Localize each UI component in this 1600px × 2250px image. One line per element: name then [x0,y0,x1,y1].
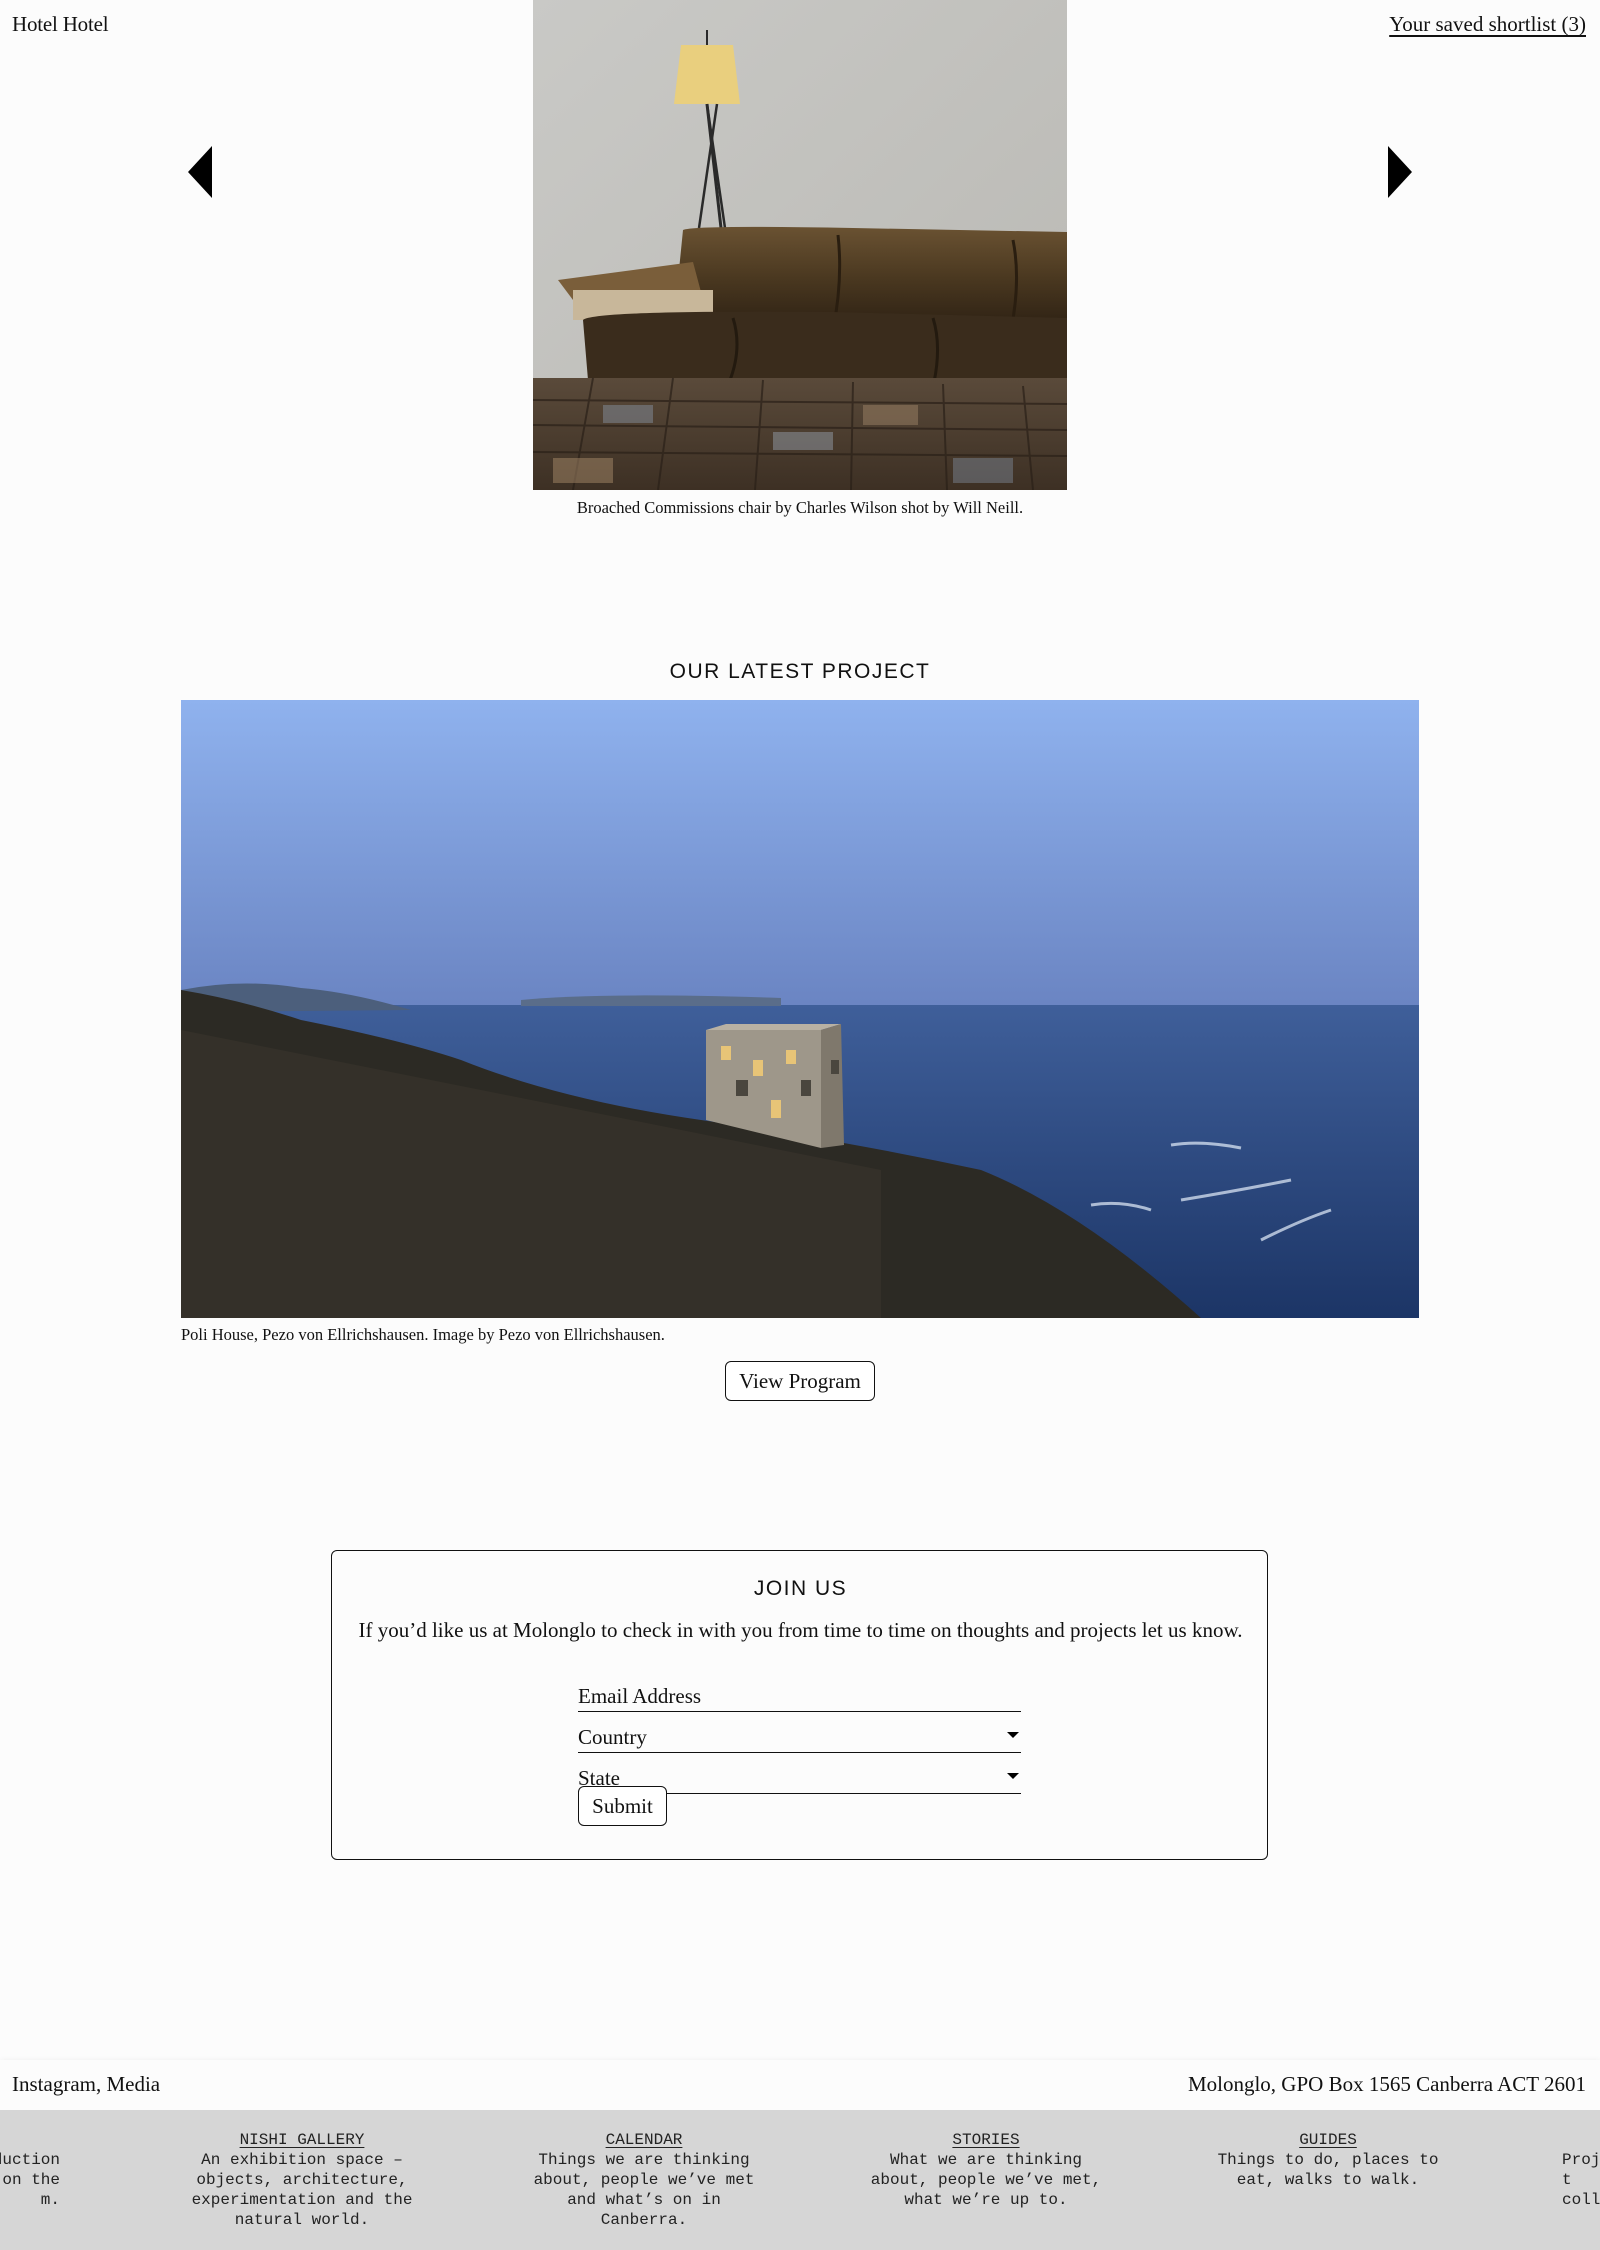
join-description: If you’d like us at Molonglo to check in… [358,1618,1243,1642]
ticker-item[interactable]: GUIDES Things to do, places to eat, walk… [1198,2130,1458,2190]
email-field[interactable]: Email Address [578,1672,1021,1712]
section-ticker: duction es on the m. NISHI GALLERY An ex… [0,2110,1600,2250]
ticker-item[interactable]: STORIES What we are thinking about, peop… [856,2130,1116,2210]
ticker-title-stories[interactable]: STORIES [856,2130,1116,2150]
ticker-desc: An exhibition space – objects, architect… [191,2151,413,2229]
country-select[interactable]: Country [578,1713,1021,1753]
ticker-title-guides[interactable]: GUIDES [1198,2130,1458,2150]
slider-caption: Broached Commissions chair by Charles Wi… [576,498,1024,517]
leather-sofa-photo [533,0,1067,490]
ticker-item[interactable]: CALENDAR Things we are thinking about, p… [514,2130,774,2230]
coastal-house-photo [181,700,1419,1318]
chevron-down-icon [1007,1732,1019,1738]
country-label: Country [578,1725,647,1749]
ticker-partial-left-text: duction es on the m. [0,2151,60,2209]
view-program-button[interactable]: View Program [725,1361,875,1401]
ticker-partial-right-text: Proj t coll [1562,2151,1600,2209]
footer-bar: Instagram, Media Molonglo, GPO Box 1565 … [0,2060,1600,2110]
postal-address: Molonglo, GPO Box 1565 Canberra ACT 2601 [1187,2072,1586,2096]
slider-next-arrow-icon[interactable] [1388,146,1412,198]
latest-project-heading: OUR LATEST PROJECT [669,660,931,683]
ticker-desc: What we are thinking about, people we’ve… [870,2151,1102,2209]
ticker-partial-right: Proj t coll [1562,2150,1600,2210]
slider-image [533,0,1067,490]
ticker-title-calendar[interactable]: CALENDAR [514,2130,774,2150]
project-caption: Poli House, Pezo von Ellrichshausen. Ima… [181,1325,665,1344]
ticker-title-nishi-gallery[interactable]: NISHI GALLERY [172,2130,432,2150]
social-links[interactable]: Instagram, Media [12,2072,160,2097]
ticker-partial-left: duction es on the m. [0,2150,60,2210]
project-image[interactable] [181,700,1419,1318]
brand-logo[interactable]: Hotel Hotel [12,12,109,37]
join-heading: JOIN US [753,1577,848,1600]
submit-button[interactable]: Submit [578,1786,667,1826]
ticker-desc: Things to do, places to eat, walks to wa… [1217,2151,1439,2189]
slider-prev-arrow-icon[interactable] [188,146,212,198]
ticker-desc: Things we are thinking about, people we’… [533,2151,755,2229]
email-placeholder: Email Address [578,1684,702,1708]
chevron-down-icon [1007,1773,1019,1779]
join-form: JOIN US If you’d like us at Molonglo to … [331,1550,1268,1860]
saved-shortlist-link[interactable]: Your saved shortlist (3) [1389,12,1586,37]
ticker-item[interactable]: NISHI GALLERY An exhibition space – obje… [172,2130,432,2230]
